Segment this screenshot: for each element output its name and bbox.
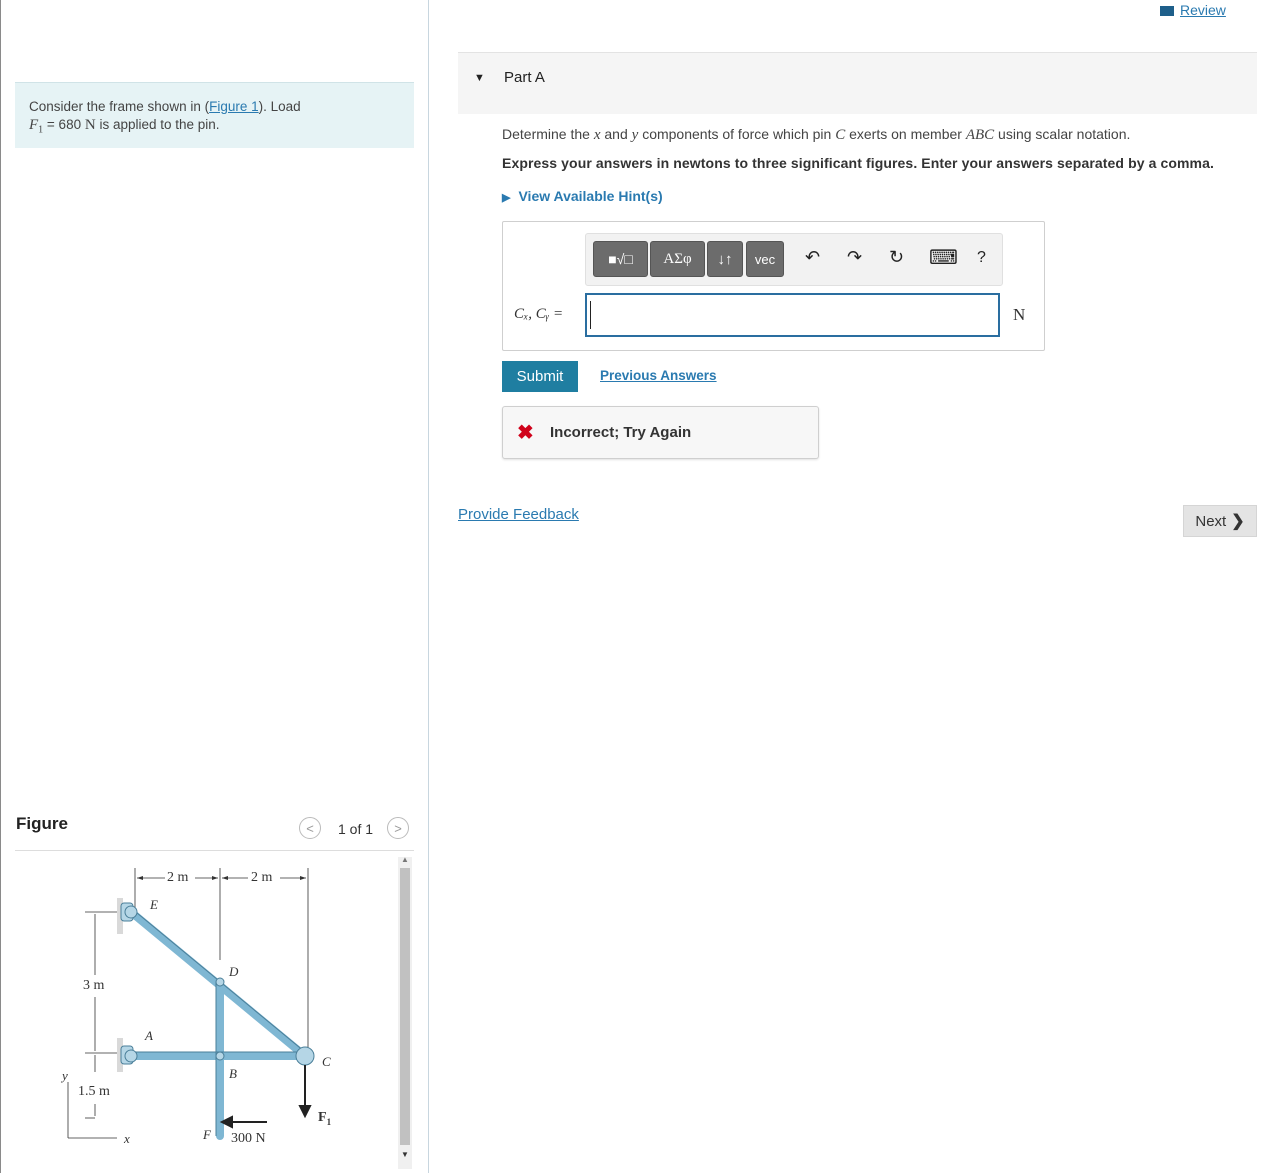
question-post: using scalar notation. — [994, 126, 1131, 142]
label-B: B — [229, 1066, 237, 1081]
label-E: E — [150, 897, 158, 912]
chevron-right-icon: > — [394, 820, 402, 836]
question-ABC: ABC — [965, 127, 995, 143]
label-x-axis: x — [124, 1131, 130, 1146]
review-link[interactable]: Review — [1160, 2, 1226, 18]
load-symbol: F — [29, 117, 39, 133]
reset-icon[interactable]: ↻ — [889, 247, 904, 268]
figure-counter: 1 of 1 — [338, 821, 374, 837]
load-unit: N — [84, 117, 96, 133]
caret-down-icon[interactable]: ▼ — [474, 72, 485, 84]
provide-feedback-link[interactable]: Provide Feedback — [458, 506, 579, 523]
next-button[interactable]: Next ❯ — [1183, 505, 1257, 537]
label-D: D — [229, 964, 239, 979]
load-equals: = 680 — [43, 117, 85, 132]
arrows-icon: ↓↑ — [717, 250, 733, 268]
problem-text: Consider the frame shown in ( — [29, 99, 210, 114]
part-title: Part A — [504, 69, 545, 86]
answer-unit: N — [1013, 305, 1026, 324]
label-y-axis: y — [62, 1068, 68, 1083]
keyboard-icon[interactable]: ⌨ — [929, 245, 958, 270]
label-F1-letter: F — [318, 1110, 327, 1125]
feedback-text: Incorrect; Try Again — [550, 424, 692, 441]
undo-icon[interactable]: ↶ — [805, 247, 820, 268]
math-toolbar: ■√□ ΑΣφ ↓↑ vec ↶ ↷ ↻ ⌨ ? — [585, 233, 1003, 286]
caret-right-icon: ▶ — [502, 192, 511, 204]
answer-label-text: Cₓ, Cᵧ = — [514, 306, 564, 322]
text-cursor — [590, 301, 591, 329]
figure-scrollbar-thumb[interactable] — [400, 868, 410, 1145]
next-figure-button[interactable]: > — [387, 817, 409, 839]
dim-top-right: 2 m — [251, 870, 273, 885]
scroll-down-icon[interactable]: ▼ — [401, 1150, 409, 1159]
review-label: Review — [1180, 2, 1226, 18]
question-pre: Determine the — [502, 126, 594, 142]
arrows-button[interactable]: ↓↑ — [707, 241, 743, 277]
greek-button[interactable]: ΑΣφ — [650, 241, 705, 277]
hints-toggle[interactable]: ▶ View Available Hint(s) — [502, 188, 663, 204]
question-text: Determine the x and y components of forc… — [502, 126, 1130, 144]
incorrect-icon: ✖ — [517, 422, 534, 444]
question-mid: components of force which pin — [638, 126, 836, 142]
help-icon[interactable]: ? — [977, 249, 986, 267]
part-a-header[interactable]: ▼ Part A — [458, 52, 1257, 114]
book-icon — [1160, 6, 1174, 17]
question-and: and — [600, 126, 632, 142]
question-x: x — [593, 127, 601, 143]
figure-divider — [15, 850, 414, 851]
next-label: Next — [1195, 512, 1227, 530]
figure-title: Figure — [16, 814, 68, 833]
previous-figure-button[interactable]: < — [299, 817, 321, 839]
answer-input[interactable] — [585, 293, 1000, 337]
chevron-left-icon: < — [306, 820, 314, 836]
question-mid2: exerts on member — [845, 126, 966, 142]
vec-label: vec — [754, 251, 776, 267]
hints-label: View Available Hint(s) — [518, 188, 663, 204]
dim-left-upper: 3 m — [83, 978, 105, 993]
frame-figure — [67, 868, 315, 1140]
previous-answers-link[interactable]: Previous Answers — [600, 368, 717, 383]
greek-icon: ΑΣφ — [663, 250, 692, 267]
page-left-border — [0, 0, 1, 1173]
chevron-right-icon: ❯ — [1231, 513, 1245, 530]
scroll-up-icon[interactable]: ▲ — [401, 855, 409, 864]
load-rest: is applied to the pin. — [95, 117, 220, 132]
pane-divider[interactable] — [428, 0, 429, 1173]
question-C: C — [835, 127, 846, 143]
label-F1-sub: 1 — [326, 1116, 332, 1127]
dim-left-lower: 1.5 m — [78, 1084, 110, 1099]
label-A: A — [145, 1028, 153, 1043]
label-F1: F1 — [318, 1110, 331, 1127]
templates-icon: ■√□ — [608, 251, 633, 267]
label-C: C — [322, 1054, 331, 1069]
submit-button[interactable]: Submit — [502, 361, 578, 392]
label-F: F — [203, 1127, 211, 1142]
vec-button[interactable]: vec — [746, 241, 784, 277]
problem-text-2: ). Load — [258, 99, 301, 114]
label-force: 300 N — [231, 1131, 266, 1146]
templates-button[interactable]: ■√□ — [593, 241, 648, 277]
dim-top-left: 2 m — [167, 870, 189, 885]
answer-label: Cₓ, Cᵧ = — [514, 305, 563, 323]
figure-link[interactable]: Figure 1 — [209, 99, 259, 114]
feedback-message: ✖ Incorrect; Try Again — [502, 406, 819, 459]
instruction-text: Express your answers in newtons to three… — [502, 155, 1214, 171]
problem-statement: Consider the frame shown in (Figure 1). … — [15, 82, 414, 148]
redo-icon[interactable]: ↷ — [847, 247, 862, 268]
